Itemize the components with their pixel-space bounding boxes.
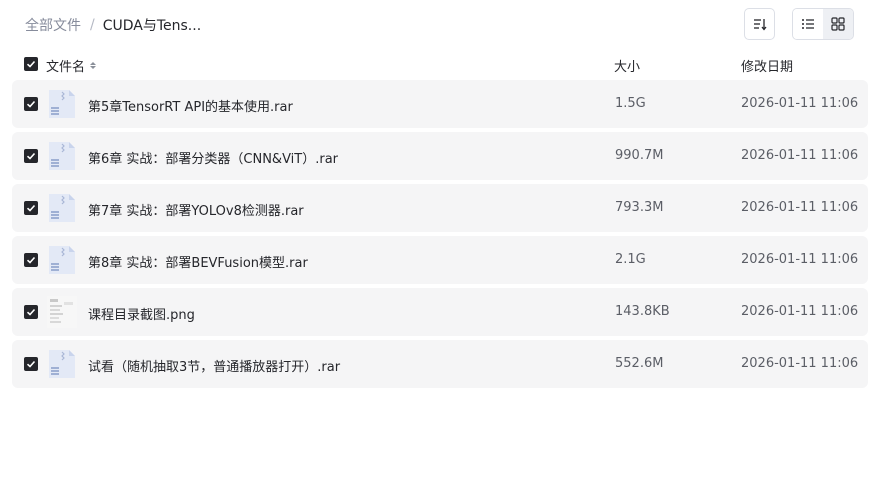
file-size: 793.3M [615, 200, 664, 215]
view-mode-toggle [792, 8, 854, 40]
breadcrumb-root-link[interactable]: 全部文件 [25, 15, 81, 35]
grid-view-button[interactable] [823, 9, 853, 39]
file-name[interactable]: 第6章 实战：部署分类器（CNN&ViT）.rar [88, 148, 338, 167]
file-size: 1.5G [615, 96, 646, 111]
checkmark-icon [26, 308, 36, 316]
file-row[interactable]: 第7章 实战：部署YOLOv8检测器.rar 793.3M 2026-01-11 1… [12, 184, 868, 232]
checkmark-icon [26, 152, 36, 160]
row-checkbox[interactable] [24, 253, 38, 267]
list-view-icon [802, 19, 814, 29]
file-modified-date: 2026-01-11 11:06 [741, 96, 859, 111]
file-list: 第5章TensorRT API的基本使用.rar 1.5G 2026-01-11 1… [12, 80, 868, 392]
file-modified-date: 2026-01-11 11:06 [741, 356, 859, 371]
column-header-row: 文件名 大小 修改日期 [0, 52, 878, 76]
column-name-label: 文件名 [46, 60, 86, 75]
checkmark-icon [26, 60, 36, 68]
row-checkbox[interactable] [24, 305, 38, 319]
file-size: 2.1G [615, 252, 646, 267]
checkmark-icon [26, 360, 36, 368]
sort-arrows-icon [90, 62, 97, 69]
archive-file-icon [46, 140, 78, 172]
sort-button[interactable] [744, 8, 775, 40]
top-bar: 全部文件 / CUDA与Tens... [0, 0, 878, 48]
file-size: 990.7M [615, 148, 664, 163]
file-size: 552.6M [615, 356, 664, 371]
image-file-icon [46, 296, 78, 328]
file-row[interactable]: 第5章TensorRT API的基本使用.rar 1.5G 2026-01-11 1… [12, 80, 868, 128]
checkmark-icon [26, 100, 36, 108]
sort-icon [753, 19, 767, 31]
file-modified-date: 2026-01-11 11:06 [741, 148, 859, 163]
select-all-checkbox[interactable] [24, 57, 38, 71]
row-checkbox[interactable] [24, 357, 38, 371]
archive-file-icon [46, 348, 78, 380]
column-header-size[interactable]: 大小 [614, 56, 640, 75]
breadcrumb-separator: / [90, 17, 95, 33]
file-row[interactable]: 第8章 实战：部署BEVFusion模型.rar 2.1G 2026-01-11 1… [12, 236, 868, 284]
breadcrumb-current-folder: CUDA与Tens... [102, 18, 202, 34]
file-size: 143.8KB [615, 304, 670, 319]
checkmark-icon [26, 204, 36, 212]
row-checkbox[interactable] [24, 149, 38, 163]
file-modified-date: 2026-01-11 11:06 [741, 252, 859, 267]
row-checkbox[interactable] [24, 201, 38, 215]
file-row[interactable]: 试看（随机抽取3节，普通播放器打开）.rar 552.6M 2026-01-11 1… [12, 340, 868, 388]
breadcrumb: 全部文件 / CUDA与Tens... [25, 15, 201, 35]
archive-file-icon [46, 192, 78, 224]
list-view-button[interactable] [793, 9, 823, 39]
file-name[interactable]: 第5章TensorRT API的基本使用.rar [88, 96, 293, 115]
column-header-name[interactable]: 文件名 [46, 56, 97, 75]
file-name[interactable]: 第8章 实战：部署BEVFusion模型.rar [88, 252, 308, 271]
archive-file-icon [46, 244, 78, 276]
grid-view-icon [831, 17, 845, 31]
file-modified-date: 2026-01-11 11:06 [741, 304, 859, 319]
file-modified-date: 2026-01-11 11:06 [741, 200, 859, 215]
archive-file-icon [46, 88, 78, 120]
file-name[interactable]: 试看（随机抽取3节，普通播放器打开）.rar [88, 356, 340, 375]
column-header-modified[interactable]: 修改日期 [741, 56, 793, 75]
file-name[interactable]: 第7章 实战：部署YOLOv8检测器.rar [88, 200, 304, 219]
file-name[interactable]: 课程目录截图.png [88, 304, 195, 323]
checkmark-icon [26, 256, 36, 264]
file-row[interactable]: 第6章 实战：部署分类器（CNN&ViT）.rar 990.7M 2026-01-1… [12, 132, 868, 180]
file-row[interactable]: 课程目录截图.png 143.8KB 2026-01-11 11:06 [12, 288, 868, 336]
row-checkbox[interactable] [24, 97, 38, 111]
